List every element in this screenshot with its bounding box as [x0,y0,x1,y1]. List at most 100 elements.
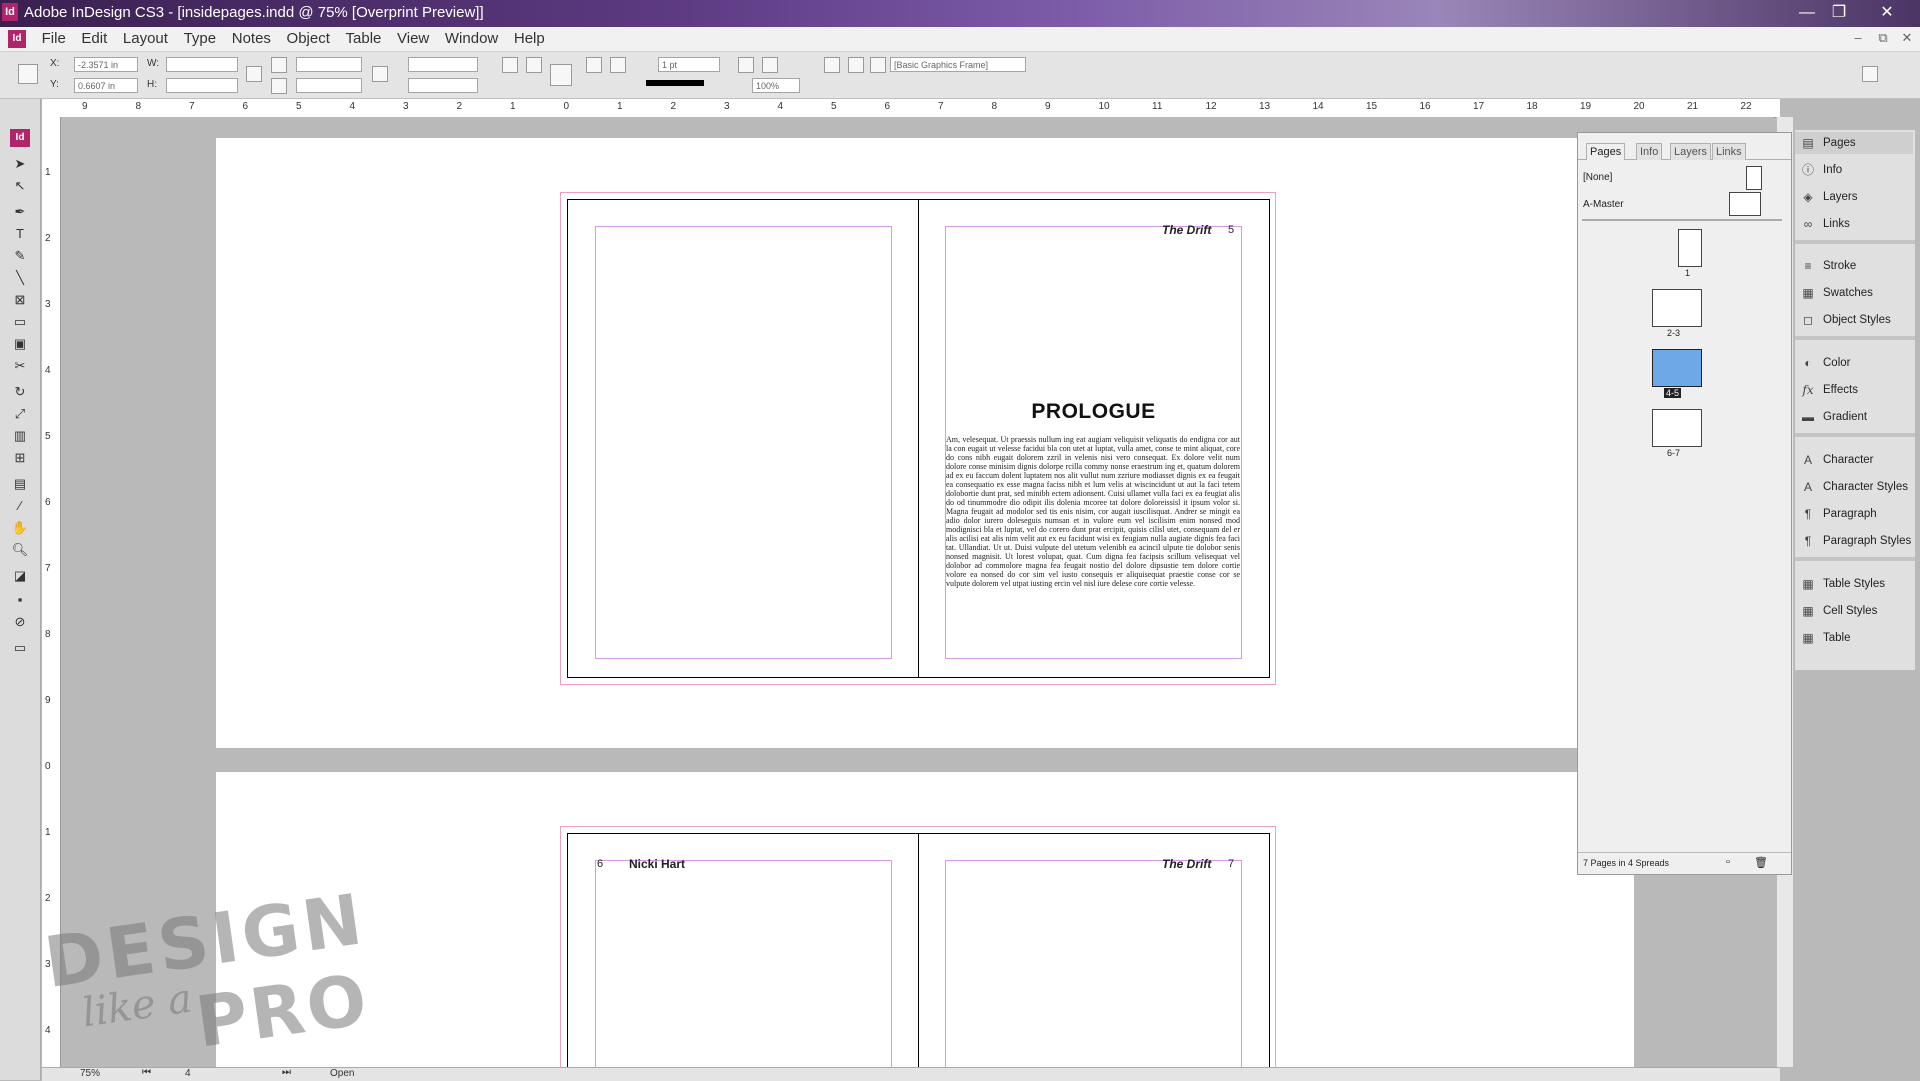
stroke-weight-field[interactable]: 1 pt [658,57,720,72]
document-status[interactable]: Open [330,1068,354,1079]
tab-info[interactable]: Info [1636,143,1663,160]
tab-pages[interactable]: Pages [1586,143,1626,160]
type-tool-icon[interactable]: T [10,225,30,243]
workspace-icon[interactable] [1862,66,1878,82]
menu-file[interactable]: File [36,27,72,51]
apply-none-icon[interactable]: ⊘ [10,613,30,631]
doc-close-button[interactable]: ✕ [1896,30,1918,48]
scale-x-field[interactable] [296,57,362,72]
menu-type[interactable]: Type [178,27,223,51]
direct-selection-tool-icon[interactable]: ↖ [10,177,30,195]
scissors-tool-icon[interactable]: ✂ [10,357,30,375]
opacity-field[interactable]: 100% [752,78,800,93]
menu-view[interactable]: View [391,27,435,51]
body-text-frame[interactable]: Am, velesequat. Ut praessis nullum ing e… [946,435,1240,643]
fit-content-icon[interactable] [738,57,754,73]
document-icon[interactable]: Id [8,30,26,48]
dock-swatches[interactable]: ▦ Swatches [1795,282,1913,304]
chapter-heading[interactable]: PROLOGUE [945,400,1242,424]
reference-point-icon[interactable] [18,64,38,84]
rotation-field[interactable] [408,57,478,72]
dock-paragraph-styles[interactable]: ¶ Paragraph Styles [1795,530,1913,552]
page-thumb-4-5[interactable] [1652,349,1702,387]
menu-edit[interactable]: Edit [75,27,113,51]
rotate-cw-icon[interactable] [502,57,518,73]
free-transform-tool-icon[interactable]: ⊞ [10,449,30,467]
w-field[interactable] [166,57,238,72]
rotate-tool-icon[interactable]: ↻ [10,383,30,401]
rectangle-frame-tool-icon[interactable]: ⊠ [10,291,30,309]
menu-notes[interactable]: Notes [226,27,277,51]
tab-layers[interactable]: Layers [1670,143,1712,160]
selection-tool-icon[interactable]: ➤ [10,155,30,173]
dock-gradient[interactable]: ▬ Gradient [1795,406,1913,428]
master-a-thumb[interactable] [1729,192,1761,216]
rotate-ccw-icon[interactable] [526,57,542,73]
scale-tool-icon[interactable]: ⤢ [10,405,30,423]
page-thumb-1[interactable] [1678,229,1702,267]
page-thumb-6-7[interactable] [1652,409,1702,447]
line-tool-icon[interactable]: ╲ [10,269,30,287]
zoom-level[interactable]: 75% [80,1068,100,1079]
dock-layers[interactable]: ◈ Layers [1795,186,1913,208]
dock-stroke[interactable]: ≡ Stroke [1795,255,1913,277]
first-page-icon[interactable]: ⏮ [142,1067,151,1078]
new-page-icon[interactable]: ▫ [1726,856,1730,868]
horizontal-ruler[interactable]: 9 8 7 6 5 4 3 2 1 0 1 2 3 4 5 6 7 8 9 10 11 12 13 14 15 16 17 18 19 2… [42,99,1780,118]
master-none[interactable]: [None] [1583,172,1612,183]
text-wrap-icon[interactable] [824,57,840,73]
dock-table-styles[interactable]: ▦ Table Styles [1795,573,1913,595]
object-style-icon[interactable] [870,57,886,73]
menu-table[interactable]: Table [340,27,388,51]
doc-restore-button[interactable]: ⧉ [1872,30,1894,48]
object-style-dropdown[interactable]: [Basic Graphics Frame] [890,57,1026,72]
menu-window[interactable]: Window [439,27,504,51]
lightning-icon[interactable] [1828,66,1844,82]
align-icon[interactable] [848,57,864,73]
page-thumb-2-3[interactable] [1652,289,1702,327]
master-a[interactable]: A-Master [1583,199,1624,210]
x-field[interactable]: -2.3571 in [74,57,138,72]
menu-help[interactable]: Help [508,27,551,51]
dock-pages[interactable]: ▤ Pages [1795,132,1913,154]
menu-object[interactable]: Object [281,27,336,51]
menu-layout[interactable]: Layout [117,27,174,51]
fill-stroke-icon[interactable]: ◪ [10,567,30,585]
h-field[interactable] [166,78,238,93]
tab-links[interactable]: Links [1712,143,1746,160]
dock-paragraph[interactable]: ¶ Paragraph [1795,503,1913,525]
formatting-icon[interactable]: ▪ [10,591,30,609]
doc-minimize-button[interactable]: – [1847,30,1869,48]
eyedropper-tool-icon[interactable]: ⁄ [10,497,30,515]
close-button[interactable]: ✕ [1872,2,1902,24]
maximize-button[interactable]: ❐ [1824,2,1854,24]
gradient-tool-icon[interactable]: ▥ [10,427,30,445]
flip-horizontal-icon[interactable] [586,57,602,73]
constrain-scale-icon[interactable] [372,66,388,82]
dock-character[interactable]: A Character [1795,449,1913,471]
delete-page-icon[interactable]: 🗑︎ [1754,856,1768,869]
view-mode-icon[interactable]: ▭ [10,639,30,657]
dock-links[interactable]: ∞ Links [1795,213,1913,235]
dock-object-styles[interactable]: ◻ Object Styles [1795,309,1913,331]
path-icon[interactable] [550,64,572,86]
zoom-tool-icon[interactable]: 🔍︎ [10,541,30,559]
rectangle-tool-icon[interactable]: ▭ [10,313,30,331]
note-tool-icon[interactable]: ▤ [10,475,30,493]
page-field[interactable]: 4 [185,1068,191,1079]
hand-tool-icon[interactable]: ✋ [10,519,30,537]
constrain-proportions-icon[interactable] [246,66,262,82]
scale-y-field[interactable] [296,78,362,93]
dock-table[interactable]: ▦ Table [1795,627,1913,649]
dock-effects[interactable]: fx Effects [1795,379,1913,401]
flip-vertical-icon[interactable] [610,57,626,73]
minimize-button[interactable]: — [1792,2,1822,24]
dock-cell-styles[interactable]: ▦ Cell Styles [1795,600,1913,622]
shear-field[interactable] [408,78,478,93]
last-page-icon[interactable]: ⏭ [282,1067,291,1078]
fit-frame-icon[interactable] [762,57,778,73]
pencil-tool-icon[interactable]: ✎ [10,247,30,265]
dock-character-styles[interactable]: A Character Styles [1795,476,1913,498]
dock-color[interactable]: ◐ Color [1795,352,1913,374]
y-field[interactable]: 0.6607 in [74,78,138,93]
